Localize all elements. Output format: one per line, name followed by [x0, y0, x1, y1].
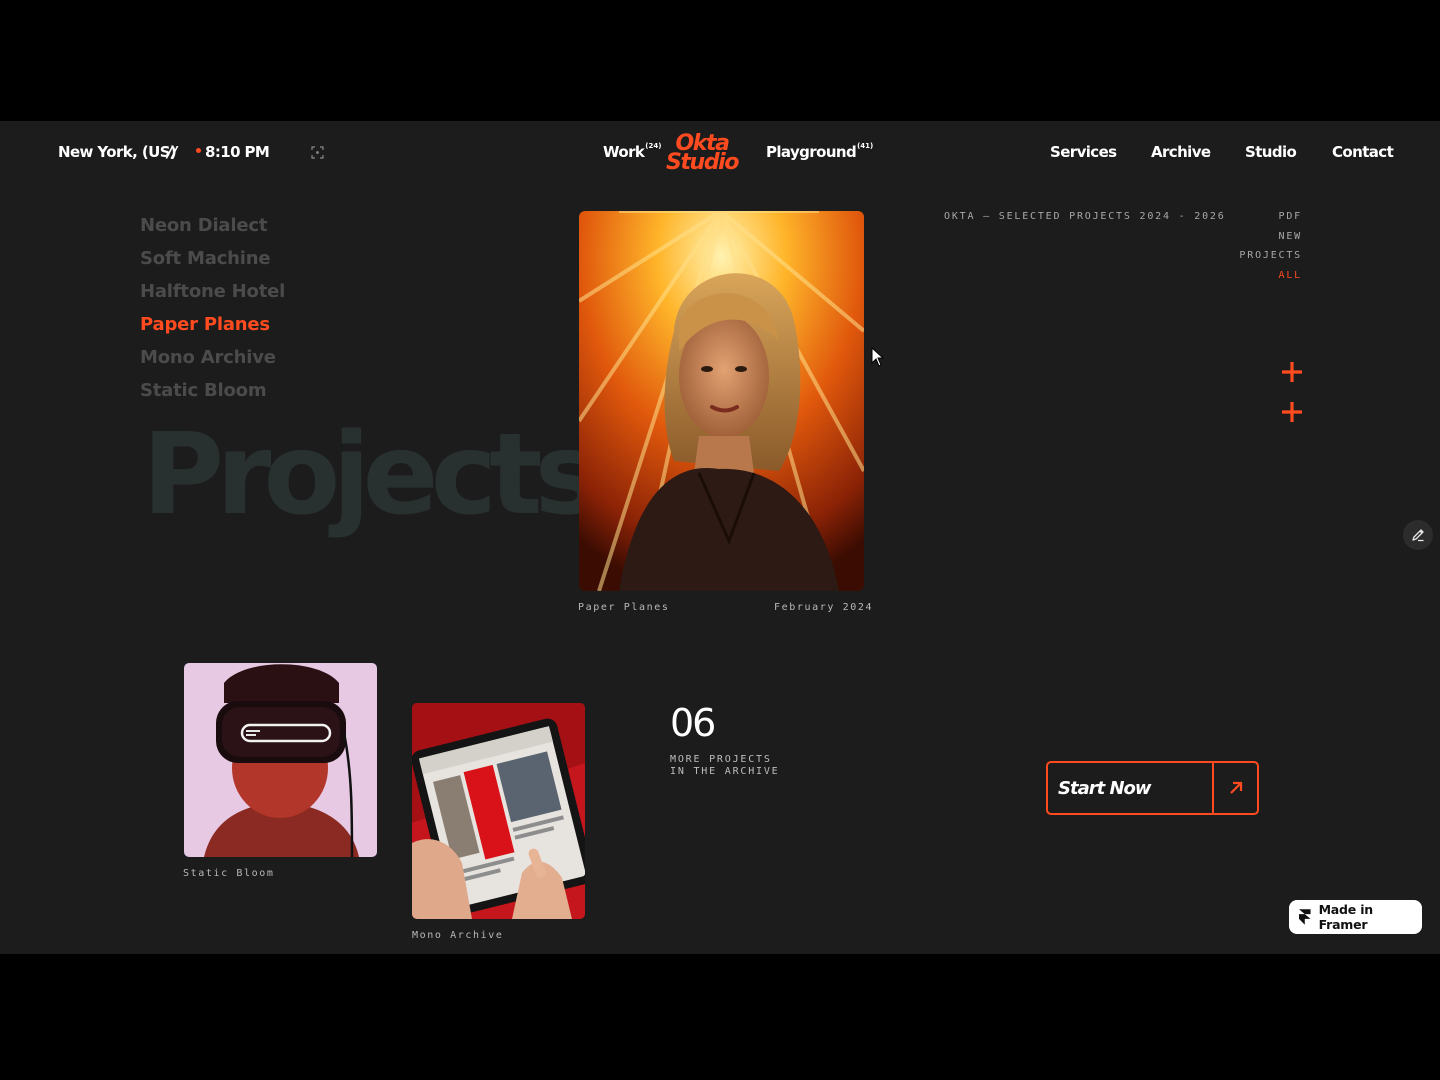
arrow-up-right-icon — [1214, 763, 1257, 813]
made-in-framer-badge[interactable]: Made in Framer — [1289, 900, 1422, 934]
archive-label-line-1: MORE PROJECTS — [670, 754, 772, 765]
logo-line-2: Studio — [666, 150, 739, 175]
nav-playground-count: (41) — [857, 142, 874, 150]
nav-playground[interactable]: Playground(41) — [766, 142, 874, 161]
selected-projects-title: OKTA — SELECTED PROJECTS 2024 - 2026 — [944, 211, 1226, 222]
location-text: New York, (US) — [58, 143, 177, 161]
project-list: Neon Dialect Soft Machine Halftone Hotel… — [140, 209, 285, 407]
plus-icon[interactable] — [1281, 401, 1303, 428]
nav-contact[interactable]: Contact — [1332, 143, 1394, 161]
projects-heading: Projects — [142, 410, 601, 540]
framer-logo-icon — [1299, 909, 1311, 925]
project-item-paper-planes[interactable]: Paper Planes — [140, 308, 285, 341]
project-item-mono-archive[interactable]: Mono Archive — [140, 341, 285, 374]
tablet-illustration — [412, 703, 585, 919]
nav-archive[interactable]: Archive — [1151, 143, 1211, 161]
filter-pdf[interactable]: PDF — [1220, 211, 1302, 231]
filter-list: PDF NEW PROJECTS ALL — [1220, 211, 1302, 289]
nav-playground-label: Playground — [766, 143, 857, 161]
project-card-mono-archive[interactable] — [412, 703, 585, 919]
status-dot — [196, 148, 201, 153]
page: New York, (US) // 8:10 PM Work(24) Okta … — [0, 121, 1440, 954]
vr-headset-illustration — [184, 663, 377, 857]
portrait-illustration — [579, 211, 864, 591]
project-item-soft-machine[interactable]: Soft Machine — [140, 242, 285, 275]
project-item-static-bloom[interactable]: Static Bloom — [140, 374, 285, 407]
time-value: 8:10 PM — [205, 143, 270, 161]
nav-work-label: Work — [603, 143, 645, 161]
local-time: 8:10 PM — [196, 143, 270, 161]
hero-caption-date: February 2024 — [774, 602, 874, 613]
filter-projects[interactable]: PROJECTS — [1220, 250, 1302, 270]
studio-logo[interactable]: Okta Studio — [666, 133, 739, 175]
plus-icon[interactable] — [1281, 361, 1303, 388]
archive-label-line-2: IN THE ARCHIVE — [670, 766, 780, 777]
edit-button[interactable] — [1403, 520, 1433, 550]
start-now-button[interactable]: Start Now — [1046, 761, 1259, 815]
nav-work-count: (24) — [645, 142, 662, 150]
hero-caption-title: Paper Planes — [578, 602, 670, 613]
hero-project-image[interactable] — [579, 211, 864, 591]
card-caption-mono-archive: Mono Archive — [412, 930, 504, 941]
cursor-icon — [871, 346, 885, 372]
archive-count: 06 — [670, 701, 716, 745]
card-caption-static-bloom: Static Bloom — [183, 868, 275, 879]
project-item-neon-dialect[interactable]: Neon Dialect — [140, 209, 285, 242]
project-card-static-bloom[interactable] — [184, 663, 377, 857]
filter-new[interactable]: NEW — [1220, 231, 1302, 251]
start-now-label: Start Now — [1048, 763, 1214, 813]
project-item-halftone-hotel[interactable]: Halftone Hotel — [140, 275, 285, 308]
expand-icon[interactable] — [311, 146, 324, 164]
header-separator: // — [167, 143, 177, 161]
nav-studio[interactable]: Studio — [1245, 143, 1297, 161]
filter-all[interactable]: ALL — [1220, 270, 1302, 290]
nav-work[interactable]: Work(24) — [603, 142, 662, 161]
pencil-icon — [1412, 529, 1424, 542]
made-in-framer-label: Made in Framer — [1318, 902, 1374, 932]
nav-services[interactable]: Services — [1050, 143, 1117, 161]
